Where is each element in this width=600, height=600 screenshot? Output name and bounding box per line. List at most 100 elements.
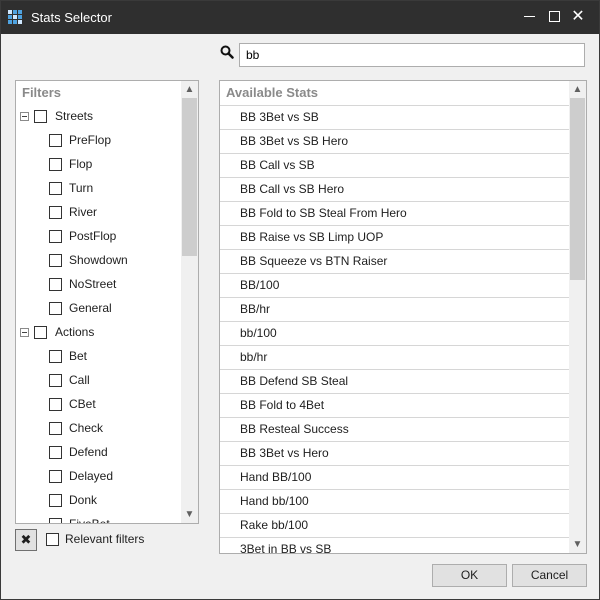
filter-label: Flop [69, 157, 93, 171]
stat-list-item[interactable]: BB 3Bet vs SB [220, 105, 569, 129]
stat-list-item[interactable]: BB Call vs SB Hero [220, 177, 569, 201]
close-button[interactable]: ✕ [565, 5, 591, 29]
collapse-icon[interactable] [20, 112, 29, 121]
collapse-icon[interactable] [20, 328, 29, 337]
stat-list-item[interactable]: BB 3Bet vs SB Hero [220, 129, 569, 153]
filter-item[interactable]: CBet [16, 392, 182, 416]
filter-label: River [69, 205, 98, 219]
filter-checkbox[interactable] [49, 374, 62, 387]
filter-label: Delayed [69, 469, 114, 483]
stat-list-item[interactable]: BB 3Bet vs Hero [220, 441, 569, 465]
title-bar[interactable]: Stats Selector ✕ [1, 1, 599, 34]
clear-filters-button[interactable]: ✖ [15, 529, 37, 551]
filter-group[interactable]: Streets [16, 104, 182, 128]
app-grid-icon [8, 10, 23, 25]
filter-item[interactable]: Showdown [16, 248, 182, 272]
ok-button[interactable]: OK [432, 564, 507, 587]
stat-list-item[interactable]: BB/hr [220, 297, 569, 321]
filter-item[interactable]: Turn [16, 176, 182, 200]
stat-list-item[interactable]: BB Fold to 4Bet [220, 393, 569, 417]
filter-item[interactable]: Donk [16, 488, 182, 512]
stats-scrollbar[interactable]: ▲ ▼ [569, 81, 586, 553]
filter-item[interactable]: Flop [16, 152, 182, 176]
stat-list-item[interactable]: BB/100 [220, 273, 569, 297]
stat-list-item[interactable]: Rake bb/100 [220, 513, 569, 537]
filter-label: Turn [69, 181, 94, 195]
filter-item[interactable]: Defend [16, 440, 182, 464]
filter-checkbox[interactable] [49, 206, 62, 219]
filter-label: Call [69, 373, 90, 387]
stats-selector-window: Stats Selector ✕ Filters StreetsPreFlopF… [0, 0, 600, 600]
maximize-button[interactable] [541, 5, 567, 29]
filter-item[interactable]: FiveBet [16, 512, 182, 524]
filters-header: Filters [22, 85, 62, 100]
scroll-thumb[interactable] [182, 98, 197, 256]
scroll-thumb[interactable] [570, 98, 585, 280]
filter-item[interactable]: Bet [16, 344, 182, 368]
stat-list-item[interactable]: Hand BB/100 [220, 465, 569, 489]
filter-checkbox[interactable] [49, 470, 62, 483]
filter-item[interactable]: PostFlop [16, 224, 182, 248]
filter-label: Check [69, 421, 104, 435]
cancel-button[interactable]: Cancel [512, 564, 587, 587]
filter-checkbox[interactable] [49, 182, 62, 195]
filter-item[interactable]: Delayed [16, 464, 182, 488]
filter-checkbox[interactable] [49, 446, 62, 459]
clear-icon: ✖ [20, 532, 32, 547]
relevant-filters-label: Relevant filters [65, 532, 145, 546]
search-icon [220, 45, 234, 59]
filters-panel: Filters Streets PreFlop Flop Turn River PostF… [15, 80, 199, 524]
filter-group[interactable]: Actions [16, 320, 182, 344]
available-stats-header: Available Stats [226, 85, 319, 100]
filter-checkbox[interactable] [49, 302, 62, 315]
filter-checkbox[interactable] [34, 110, 47, 123]
minimize-button[interactable] [516, 5, 542, 29]
close-icon: ✕ [571, 8, 585, 25]
stat-list-item[interactable]: Hand bb/100 [220, 489, 569, 513]
filter-item[interactable]: River [16, 200, 182, 224]
stat-list-item[interactable]: bb/hr [220, 345, 569, 369]
filter-item[interactable]: Check [16, 416, 182, 440]
filter-item[interactable]: PreFlop [16, 128, 182, 152]
relevant-filters-checkbox[interactable] [46, 533, 59, 546]
filter-label: Bet [69, 349, 88, 363]
filter-checkbox[interactable] [49, 134, 62, 147]
scroll-up-icon[interactable]: ▲ [569, 81, 586, 98]
filter-label: CBet [69, 397, 96, 411]
filter-checkbox[interactable] [49, 350, 62, 363]
filter-checkbox[interactable] [49, 494, 62, 507]
stat-list-item[interactable]: 3Bet in BB vs SB [220, 537, 569, 553]
minimize-icon [523, 16, 535, 18]
filter-item[interactable]: NoStreet [16, 272, 182, 296]
stat-list-item[interactable]: BB Defend SB Steal [220, 369, 569, 393]
filter-label: PostFlop [69, 229, 117, 243]
filter-checkbox[interactable] [49, 422, 62, 435]
filters-scrollbar[interactable]: ▲ ▼ [181, 81, 198, 523]
filter-checkbox[interactable] [49, 278, 62, 291]
stat-list-item[interactable]: BB Raise vs SB Limp UOP [220, 225, 569, 249]
search-input[interactable] [239, 43, 585, 67]
filter-checkbox[interactable] [49, 158, 62, 171]
scroll-down-icon[interactable]: ▼ [181, 506, 198, 523]
filter-checkbox[interactable] [49, 230, 62, 243]
scroll-up-icon[interactable]: ▲ [181, 81, 198, 98]
stat-list-item[interactable]: BB Resteal Success [220, 417, 569, 441]
stat-list-item[interactable]: bb/100 [220, 321, 569, 345]
filter-checkbox[interactable] [49, 254, 62, 267]
filter-label: Donk [69, 493, 98, 507]
stat-list-item[interactable]: BB Call vs SB [220, 153, 569, 177]
scroll-down-icon[interactable]: ▼ [569, 536, 586, 553]
filter-label: PreFlop [69, 133, 112, 147]
window-title: Stats Selector [31, 10, 112, 25]
filter-item[interactable]: General [16, 296, 182, 320]
maximize-icon [548, 11, 560, 23]
filter-item[interactable]: Call [16, 368, 182, 392]
stat-list-item[interactable]: BB Fold to SB Steal From Hero [220, 201, 569, 225]
filter-checkbox[interactable] [49, 518, 62, 523]
filter-checkbox[interactable] [34, 326, 47, 339]
stat-list-item[interactable]: BB Squeeze vs BTN Raiser [220, 249, 569, 273]
filter-label: NoStreet [69, 277, 117, 291]
filter-checkbox[interactable] [49, 398, 62, 411]
available-stats-panel: Available Stats BB 3Bet vs SB BB 3Bet vs … [219, 80, 587, 554]
filter-label: FiveBet [69, 517, 110, 524]
